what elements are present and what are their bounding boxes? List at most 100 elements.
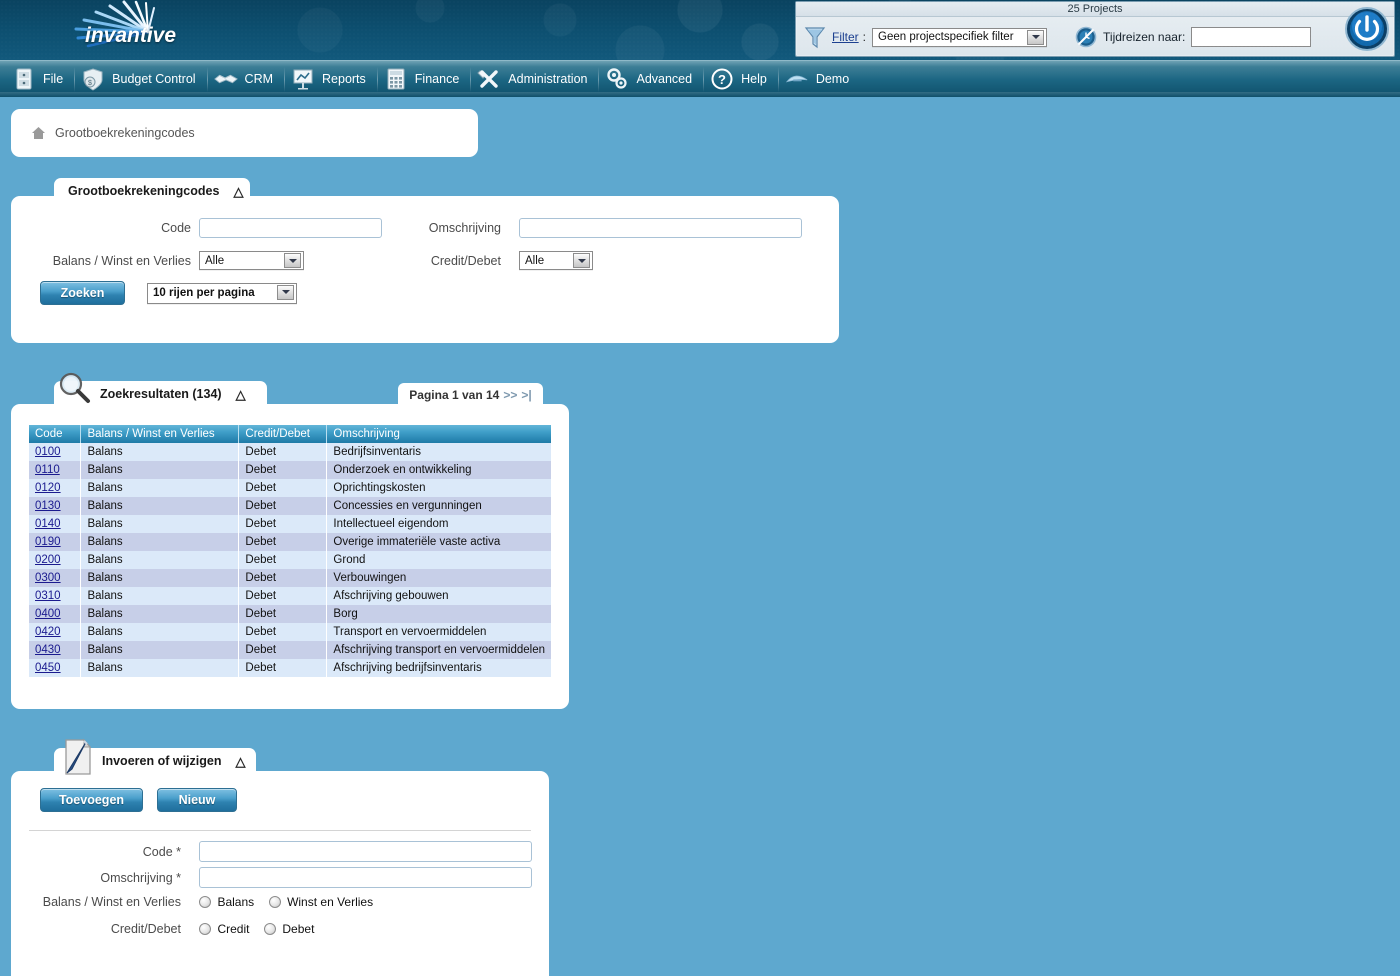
menu-item-demo[interactable]: Demo: [779, 61, 861, 98]
code-link[interactable]: 0190: [35, 536, 61, 548]
rows-per-page-select[interactable]: 10 rijen per pagina: [147, 282, 297, 304]
cell-code: 0200: [29, 551, 82, 569]
table-row: 0140 Balans Debet Intellectueel eigendom: [29, 515, 551, 533]
menu-label: Demo: [815, 72, 850, 86]
table-row: 0100 Balans Debet Bedrijfsinventaris: [29, 443, 551, 461]
chevron-up-icon[interactable]: △: [235, 755, 246, 768]
code-link[interactable]: 0100: [35, 446, 61, 458]
radio-credit-label[interactable]: Credit: [217, 922, 249, 936]
cell-code: 0420: [29, 623, 82, 641]
cell-bwv: Balans: [80, 479, 240, 497]
search-button[interactable]: Zoeken: [40, 281, 125, 305]
radio-credit[interactable]: [199, 923, 211, 935]
search-code-label: Code: [161, 221, 191, 235]
radio-debet[interactable]: [263, 923, 276, 935]
cell-creditdebet: Debet: [238, 551, 328, 569]
results-panel-title: Zoekresultaten (134): [100, 387, 222, 401]
cell-code: 0450: [29, 659, 82, 677]
cell-code: 0120: [29, 479, 82, 497]
radio-winst-en-verlies-label[interactable]: Winst en Verlies: [287, 895, 373, 909]
app-logo[interactable]: invantive: [28, 0, 208, 60]
menu-item-file[interactable]: File: [6, 61, 76, 98]
cell-creditdebet: Debet: [238, 461, 328, 479]
code-link[interactable]: 0400: [35, 608, 61, 620]
search-creditdebet-label: Credit/Debet: [430, 253, 501, 268]
code-link[interactable]: 0140: [35, 518, 61, 530]
table-row: 0120 Balans Debet Oprichtingskosten: [29, 479, 551, 497]
code-link[interactable]: 0310: [35, 590, 61, 602]
table-row: 0300 Balans Debet Verbouwingen: [29, 569, 551, 587]
new-button[interactable]: Nieuw: [157, 788, 237, 812]
edit-code-input[interactable]: [199, 841, 532, 862]
breadcrumb-label[interactable]: Grootboekrekeningcodes: [55, 126, 195, 140]
code-link[interactable]: 0430: [35, 644, 61, 656]
pager: Pagina 1 van 14 >> >|: [398, 383, 543, 407]
home-icon[interactable]: [31, 126, 46, 140]
code-link[interactable]: 0450: [35, 662, 61, 674]
radio-balans-label[interactable]: Balans: [217, 895, 254, 909]
menu-label: Reports: [322, 72, 366, 86]
column-header-creditdebet[interactable]: Credit/Debet: [238, 425, 328, 443]
cell-omschrijving: Afschrijving transport en vervoermiddele…: [326, 641, 551, 659]
code-link[interactable]: 0120: [35, 482, 61, 494]
edit-code-label: Code *: [142, 844, 181, 859]
menu-item-advanced[interactable]: Advanced: [599, 61, 704, 98]
column-header-bwv[interactable]: Balans / Winst en Verlies: [80, 425, 240, 443]
search-creditdebet-value: Alle: [525, 254, 545, 267]
menu-item-reports[interactable]: Reports: [285, 61, 378, 98]
code-link[interactable]: 0200: [35, 554, 61, 566]
filter-link[interactable]: Filter: [832, 30, 859, 44]
time-travel-clock-icon[interactable]: [1075, 26, 1097, 48]
cell-omschrijving: Afschrijving bedrijfsinventaris: [326, 659, 551, 677]
code-link[interactable]: 0300: [35, 572, 61, 584]
cell-bwv: Balans: [80, 461, 240, 479]
cell-code: 0130: [29, 497, 82, 515]
cell-creditdebet: Debet: [238, 515, 328, 533]
code-link[interactable]: 0110: [35, 464, 60, 476]
radio-winst-en-verlies[interactable]: [268, 896, 281, 908]
app-header: invantive 25 Projects Filter : Geen proj…: [0, 0, 1400, 60]
column-header-code[interactable]: Code: [29, 425, 82, 443]
cell-bwv: Balans: [80, 605, 240, 623]
column-header-omschrijving[interactable]: Omschrijving: [326, 425, 551, 443]
power-icon[interactable]: [1344, 6, 1390, 52]
cell-creditdebet: Debet: [238, 479, 328, 497]
search-bwv-select[interactable]: Alle: [199, 251, 304, 270]
pager-next-button[interactable]: >>: [503, 388, 517, 402]
funnel-icon: [804, 27, 826, 49]
menu-item-help[interactable]: ? Help: [704, 61, 779, 98]
menu-item-administration[interactable]: Administration: [471, 61, 600, 98]
radio-balans[interactable]: [199, 896, 211, 908]
cell-code: 0300: [29, 569, 82, 587]
search-code-input[interactable]: [199, 218, 382, 238]
chevron-up-icon[interactable]: △: [236, 388, 247, 401]
cell-omschrijving: Afschrijving gebouwen: [326, 587, 551, 605]
search-omschrijving-input[interactable]: [519, 218, 802, 238]
chevron-up-icon[interactable]: △: [233, 185, 244, 198]
search-omschrijving-label: Omschrijving: [428, 221, 501, 235]
add-button[interactable]: Toevoegen: [40, 788, 143, 812]
chevron-down-icon: [284, 253, 301, 268]
magnifier-icon: [59, 372, 90, 403]
timetravel-input[interactable]: [1191, 27, 1312, 47]
cell-omschrijving: Concessies en vergunningen: [326, 497, 551, 515]
gears-icon: [605, 67, 629, 91]
cell-creditdebet: Debet: [238, 659, 328, 677]
project-filter-select[interactable]: Geen projectspecifiek filter: [872, 27, 1048, 47]
search-bwv-value: Alle: [205, 254, 225, 267]
edit-omschrijving-input[interactable]: [199, 867, 532, 888]
radio-debet-label[interactable]: Debet: [282, 922, 314, 936]
chevron-down-icon: [573, 253, 590, 268]
cell-omschrijving: Transport en vervoermiddelen: [326, 623, 551, 641]
search-creditdebet-select[interactable]: Alle: [519, 251, 593, 270]
menu-item-finance[interactable]: Finance: [378, 61, 472, 98]
presentation-chart-icon: [291, 67, 315, 91]
code-link[interactable]: 0420: [35, 626, 61, 638]
search-panel-tab[interactable]: Grootboekrekeningcodes △: [54, 178, 250, 204]
question-mark-icon: ?: [710, 67, 734, 91]
menu-item-budget-control[interactable]: $ Budget Control: [75, 61, 208, 98]
table-row: 0310 Balans Debet Afschrijving gebouwen: [29, 587, 551, 605]
menu-item-crm[interactable]: CRM: [208, 61, 286, 98]
pager-last-button[interactable]: >|: [521, 388, 531, 402]
code-link[interactable]: 0130: [35, 500, 61, 512]
